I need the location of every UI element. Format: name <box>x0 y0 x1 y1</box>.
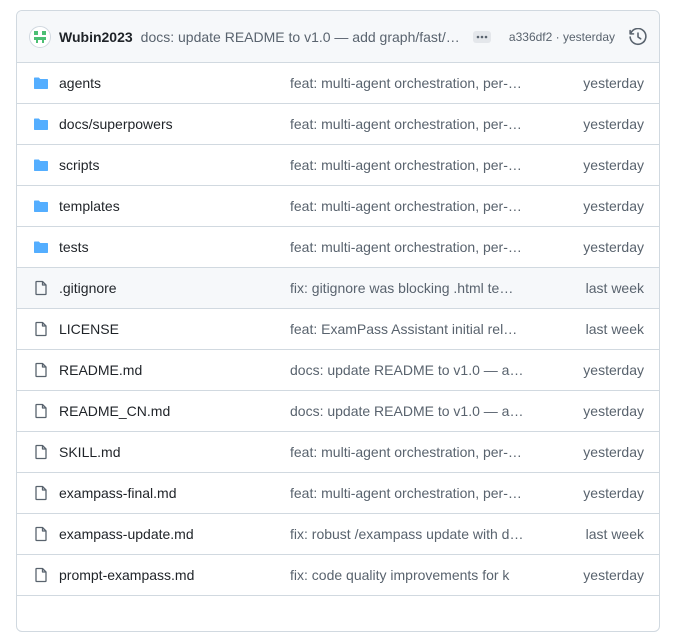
file-commit-message[interactable]: feat: multi-agent orchestration, per-tas… <box>290 116 524 132</box>
folder-icon-wrap <box>33 198 51 214</box>
file-commit-date: yesterday <box>583 362 644 378</box>
file-commit-date: yesterday <box>583 444 644 460</box>
file-icon-wrap <box>33 526 51 542</box>
file-commit-message[interactable]: feat: multi-agent orchestration, per-tas… <box>290 485 524 501</box>
ellipsis-icon <box>476 35 487 38</box>
file-row[interactable]: README.md docs: update README to v1.0 — a… <box>17 350 659 391</box>
file-row[interactable]: exampass-final.md feat: multi-agent orche… <box>17 473 659 514</box>
latest-commit-bar: Wubin2023 docs: update README to v1.0 — … <box>17 11 659 63</box>
commit-author[interactable]: Wubin2023 <box>59 29 133 45</box>
commit-hash-time[interactable]: a336df2 · yesterday <box>509 30 615 44</box>
file-icon <box>35 321 47 337</box>
file-commit-date: yesterday <box>583 157 644 173</box>
file-icon <box>35 362 47 378</box>
file-list: agents feat: multi-agent orchestration, p… <box>17 63 659 596</box>
folder-icon-wrap <box>33 239 51 255</box>
file-icon <box>35 280 47 296</box>
file-row[interactable]: docs/superpowers feat: multi-agent orches… <box>17 104 659 145</box>
file-commit-message[interactable]: feat: multi-agent orchestration, per-tas… <box>290 198 524 214</box>
author-avatar[interactable] <box>29 25 51 48</box>
folder-icon <box>34 118 48 130</box>
file-commit-message[interactable]: docs: update README to v1.0 — add graph/… <box>290 403 524 419</box>
file-commit-date: yesterday <box>583 75 644 91</box>
folder-icon-wrap <box>33 116 51 132</box>
file-icon <box>35 403 47 419</box>
file-commit-date: last week <box>585 321 644 337</box>
file-commit-date: yesterday <box>583 198 644 214</box>
folder-icon <box>34 200 48 212</box>
folder-icon <box>34 159 48 171</box>
file-commit-date: yesterday <box>583 485 644 501</box>
file-icon-wrap <box>33 403 51 419</box>
file-commit-message[interactable]: docs: update README to v1.0 — add graph/… <box>290 362 524 378</box>
file-name-link[interactable]: tests <box>59 239 89 255</box>
file-row[interactable]: tests feat: multi-agent orchestration, pe… <box>17 227 659 268</box>
file-name-link[interactable]: LICENSE <box>59 321 119 337</box>
identicon-icon <box>34 30 46 43</box>
file-row[interactable]: prompt-exampass.md fix: code quality impr… <box>17 555 659 596</box>
file-name-link[interactable]: .gitignore <box>59 280 117 296</box>
file-browser: Wubin2023 docs: update README to v1.0 — … <box>16 10 660 632</box>
file-name-link[interactable]: exampass-update.md <box>59 526 194 542</box>
file-name-link[interactable]: docs/superpowers <box>59 116 173 132</box>
file-row[interactable]: exampass-update.md fix: robust /exampass … <box>17 514 659 555</box>
file-commit-date: yesterday <box>583 116 644 132</box>
file-row[interactable]: README_CN.md docs: update README to v1.0 … <box>17 391 659 432</box>
folder-icon-wrap <box>33 75 51 91</box>
file-commit-message[interactable]: feat: multi-agent orchestration, per-tas… <box>290 444 524 460</box>
file-commit-message[interactable]: feat: ExamPass Assistant initial release <box>290 321 524 337</box>
file-commit-date: yesterday <box>583 239 644 255</box>
file-icon <box>35 485 47 501</box>
file-commit-date: yesterday <box>583 403 644 419</box>
file-name-link[interactable]: scripts <box>59 157 99 173</box>
commit-message[interactable]: docs: update README to v1.0 — add graph/… <box>141 29 463 45</box>
file-icon <box>35 444 47 460</box>
file-icon-wrap <box>33 362 51 378</box>
folder-icon <box>34 241 48 253</box>
file-commit-date: yesterday <box>583 567 644 583</box>
file-icon-wrap <box>33 567 51 583</box>
file-name-link[interactable]: README.md <box>59 362 142 378</box>
file-name-link[interactable]: agents <box>59 75 101 91</box>
file-commit-message[interactable]: fix: code quality improvements for k <box>290 567 524 583</box>
file-icon-wrap <box>33 321 51 337</box>
file-icon-wrap <box>33 485 51 501</box>
file-commit-message[interactable]: fix: robust /exampass update with diff d… <box>290 526 524 542</box>
file-commit-message[interactable]: feat: multi-agent orchestration, per-tas… <box>290 75 524 91</box>
file-name-link[interactable]: prompt-exampass.md <box>59 567 194 583</box>
file-icon <box>35 567 47 583</box>
file-commit-date: last week <box>585 526 644 542</box>
file-name-link[interactable]: templates <box>59 198 120 214</box>
file-icon-wrap <box>33 280 51 296</box>
file-name-link[interactable]: exampass-final.md <box>59 485 177 501</box>
file-icon <box>35 526 47 542</box>
history-button[interactable] <box>629 27 647 46</box>
folder-icon <box>34 77 48 89</box>
file-icon-wrap <box>33 444 51 460</box>
file-name-link[interactable]: README_CN.md <box>59 403 170 419</box>
file-row[interactable]: LICENSE feat: ExamPass Assistant initial … <box>17 309 659 350</box>
folder-icon-wrap <box>33 157 51 173</box>
expand-commit-message-button[interactable] <box>472 30 491 43</box>
file-name-link[interactable]: SKILL.md <box>59 444 120 460</box>
file-commit-message[interactable]: feat: multi-agent orchestration, per-tas… <box>290 239 524 255</box>
file-commit-message[interactable]: feat: multi-agent orchestration, per-tas… <box>290 157 524 173</box>
file-row[interactable]: templates feat: multi-agent orchestration… <box>17 186 659 227</box>
file-commit-date: last week <box>585 280 644 296</box>
file-row[interactable]: agents feat: multi-agent orchestration, p… <box>17 63 659 104</box>
file-commit-message[interactable]: fix: gitignore was blocking .html templa… <box>290 280 524 296</box>
file-row[interactable]: scripts feat: multi-agent orchestration, … <box>17 145 659 186</box>
history-icon <box>629 27 647 45</box>
file-row[interactable]: .gitignore fix: gitignore was blocking .h… <box>17 268 659 309</box>
file-row[interactable]: SKILL.md feat: multi-agent orchestration,… <box>17 432 659 473</box>
